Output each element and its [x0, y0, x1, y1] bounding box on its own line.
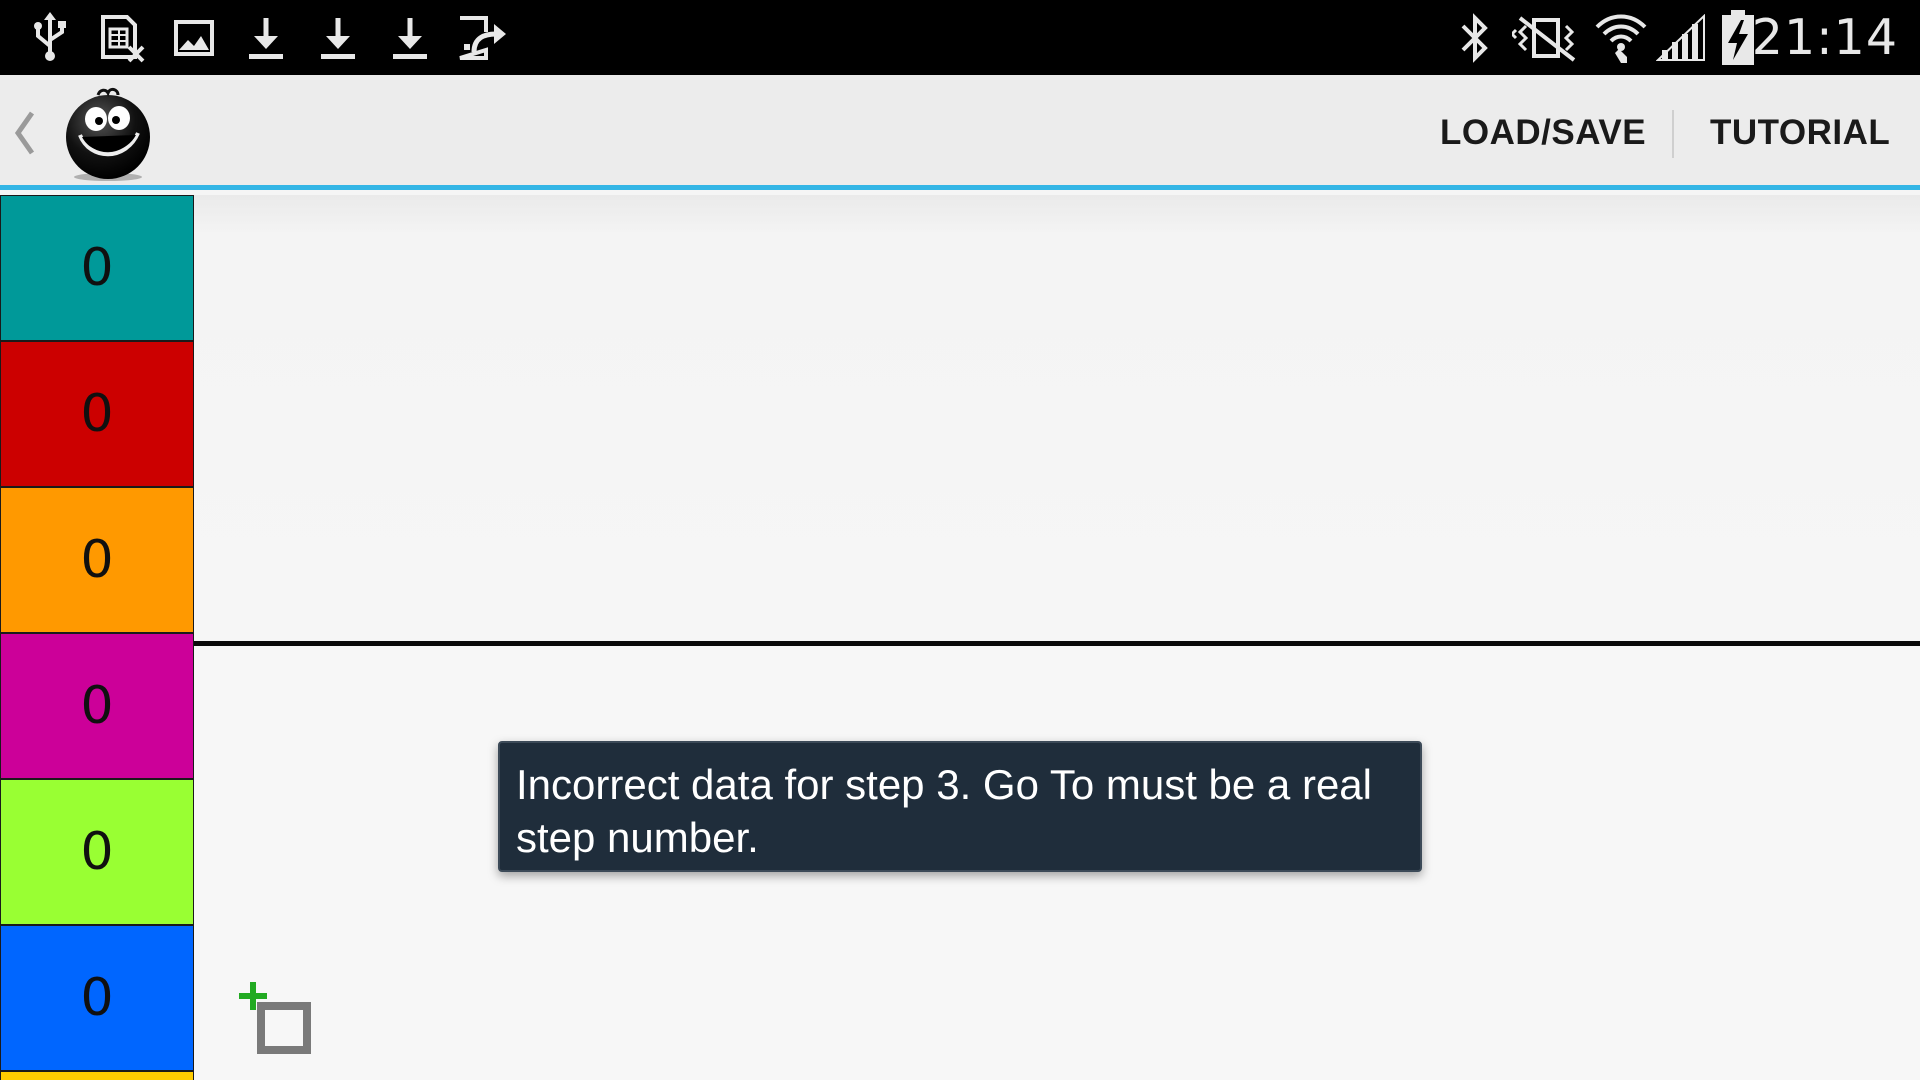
counter-magenta[interactable]: 0 [0, 633, 194, 779]
image-icon [172, 0, 216, 75]
workspace-top-panel[interactable] [194, 195, 1920, 643]
download-icon [244, 0, 288, 75]
download-icon [316, 0, 360, 75]
counter-orange[interactable]: 0 [0, 487, 194, 633]
wifi-icon [1592, 0, 1650, 75]
action-divider [1672, 110, 1674, 158]
sim-missing-icon [98, 0, 148, 75]
signal-icon [1655, 0, 1707, 75]
download-icon [388, 0, 432, 75]
add-step-icon[interactable] [235, 980, 325, 1060]
tutorial-button[interactable]: TUTORIAL [1710, 75, 1890, 190]
error-toast: Incorrect data for step 3. Go To must be… [498, 741, 1422, 872]
device-export-icon [455, 0, 509, 75]
load-save-button[interactable]: LOAD/SAVE [1440, 75, 1646, 190]
counter-teal[interactable]: 0 [0, 195, 194, 341]
counter-blue[interactable]: 0 [0, 925, 194, 1071]
counter-red[interactable]: 0 [0, 341, 194, 487]
usb-icon [30, 0, 70, 75]
chevron-left-icon[interactable] [10, 105, 40, 161]
status-clock: 21:14 [1751, 9, 1898, 66]
action-bar: LOAD/SAVE TUTORIAL [0, 75, 1920, 190]
status-bar: 21:14 [0, 0, 1920, 75]
counter-column: 0 0 0 0 0 0 [0, 195, 194, 1080]
counter-lime[interactable]: 0 [0, 779, 194, 925]
counter-partial[interactable] [0, 1071, 194, 1080]
bluetooth-icon [1455, 0, 1495, 75]
smiley-face-icon[interactable] [60, 85, 156, 181]
vibrate-icon [1510, 0, 1586, 75]
